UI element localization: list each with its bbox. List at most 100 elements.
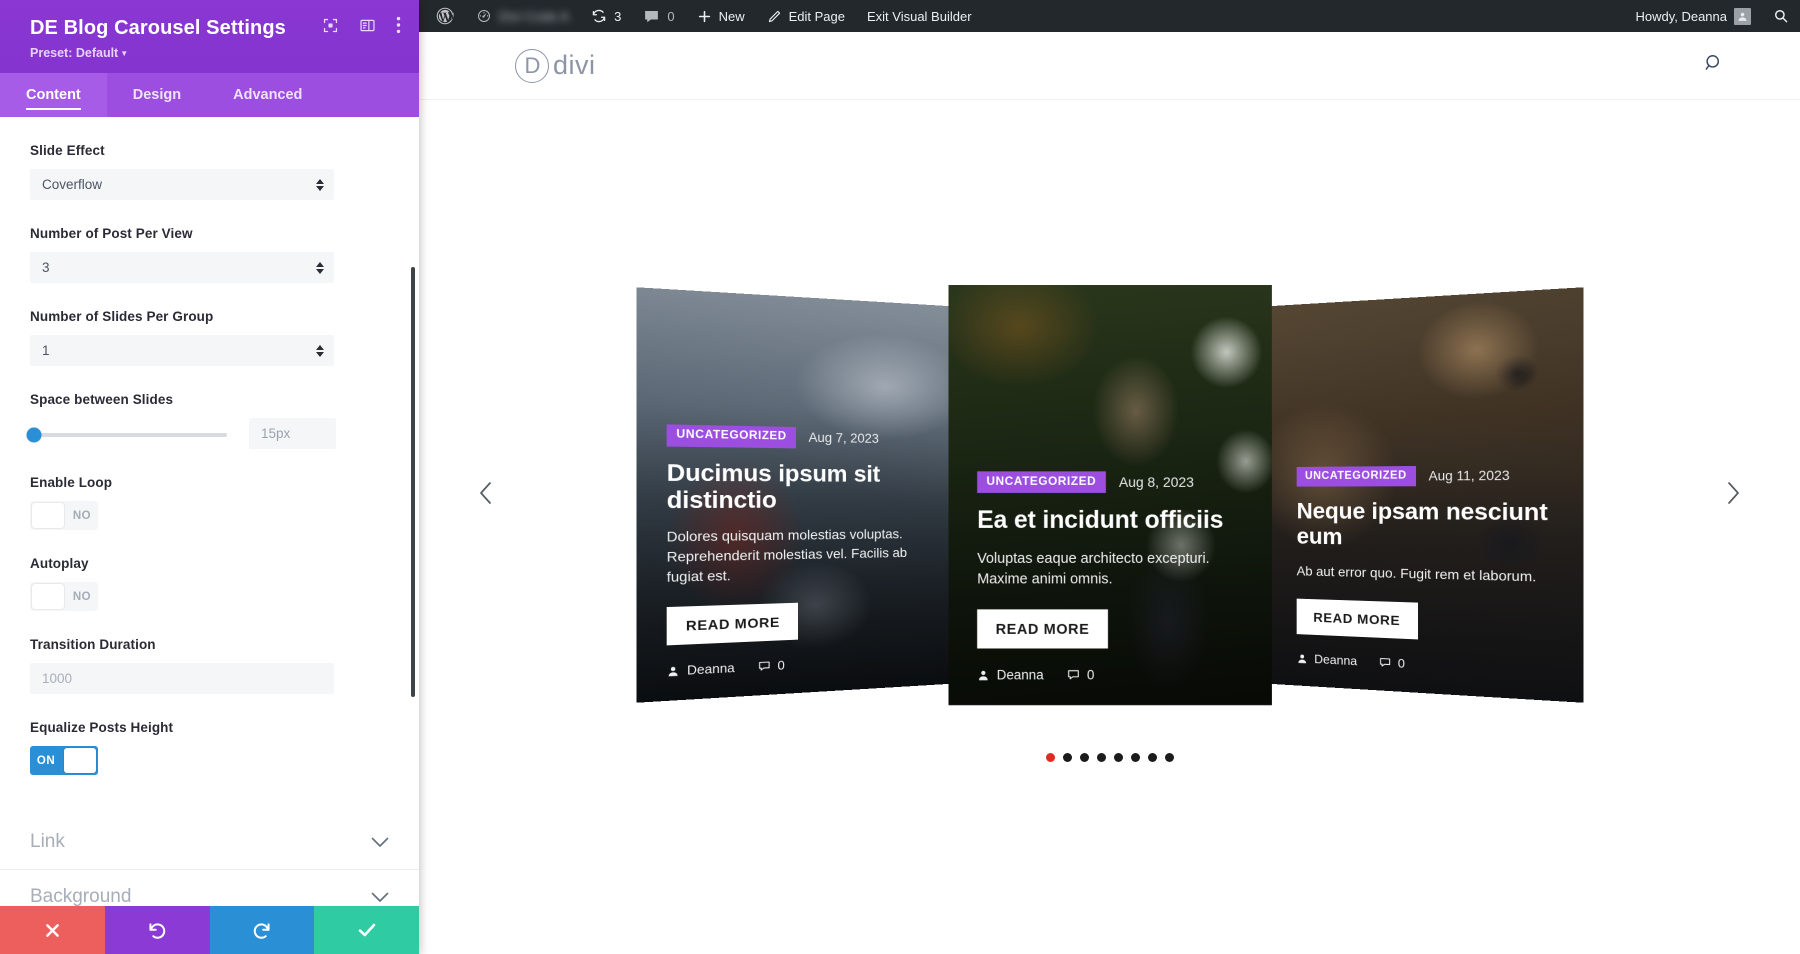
dashboard-gauge-icon: [476, 8, 492, 24]
preset-selector[interactable]: Preset: Default ▼: [30, 46, 128, 60]
comments-button[interactable]: 0: [632, 0, 685, 32]
undo-button[interactable]: [104, 906, 210, 954]
field-slides-per-group: Number of Slides Per Group 1: [30, 309, 389, 366]
howdy-label: Howdy, Deanna: [1635, 8, 1727, 24]
slide-footer: Deanna 0: [1296, 651, 1553, 679]
carousel-dot[interactable]: [1045, 753, 1055, 762]
post-title[interactable]: Neque ipsam nesciunt eum: [1296, 499, 1553, 555]
carousel-next-button[interactable]: [1716, 478, 1750, 512]
carousel-dot[interactable]: [1113, 753, 1123, 762]
posts-per-view-select[interactable]: 3: [30, 252, 334, 283]
select-arrows-icon: [316, 178, 324, 191]
slides-per-group-select[interactable]: 1: [30, 335, 334, 366]
post-title[interactable]: Ea et incidunt officiis: [977, 507, 1243, 536]
avatar: [1734, 7, 1751, 25]
slide-meta: UNCATEGORIZED Aug 7, 2023: [666, 424, 923, 449]
post-date: Aug 8, 2023: [1118, 474, 1194, 490]
chevron-down-icon: [371, 892, 389, 903]
admin-bar-right-group: Howdy, Deanna: [1624, 0, 1800, 32]
slide-meta: UNCATEGORIZED Aug 11, 2023: [1296, 465, 1553, 487]
enable-loop-toggle[interactable]: NO: [30, 501, 98, 530]
post-comments: 0: [1066, 667, 1094, 682]
search-icon: [1703, 55, 1725, 78]
save-button[interactable]: [314, 906, 419, 954]
tab-content[interactable]: Content: [0, 73, 107, 117]
category-badge[interactable]: UNCATEGORIZED: [1296, 465, 1416, 487]
divi-logo[interactable]: D divi: [515, 48, 596, 83]
slide-effect-select[interactable]: Coverflow: [30, 169, 334, 200]
field-posts-per-view: Number of Post Per View 3: [30, 226, 389, 283]
carousel-dot[interactable]: [1164, 753, 1174, 762]
autoplay-label: Autoplay: [30, 556, 89, 571]
field-space-between-slides: Space between Slides 15px: [26, 392, 389, 449]
post-comments: 0: [1378, 655, 1405, 671]
post-excerpt: Voluptas eaque architecto excepturi. Max…: [976, 549, 1210, 587]
carousel-slide[interactable]: UNCATEGORIZED Aug 8, 2023 Ea et incidunt…: [947, 284, 1272, 706]
revisions-icon: [591, 8, 607, 24]
select-arrows-icon: [316, 344, 324, 357]
space-slider-track[interactable]: [26, 427, 227, 442]
chevron-left-icon: [475, 480, 497, 511]
post-excerpt: Dolores quisquam molestias voluptas. Rep…: [666, 526, 907, 585]
autoplay-state: NO: [72, 590, 92, 603]
autoplay-toggle[interactable]: NO: [30, 582, 98, 611]
tab-design[interactable]: Design: [107, 73, 207, 117]
toggle-knob: [32, 584, 64, 609]
carousel-slide[interactable]: UNCATEGORIZED Aug 7, 2023 Ducimus ipsum …: [635, 287, 949, 703]
layout-panel-icon[interactable]: [359, 17, 376, 34]
undo-icon: [147, 920, 168, 941]
chevron-down-icon: [371, 837, 389, 848]
category-badge[interactable]: UNCATEGORIZED: [976, 471, 1105, 494]
focus-frame-icon[interactable]: [322, 17, 339, 34]
settings-body: Slide Effect Coverflow Number of Post Pe…: [0, 117, 419, 954]
slide-content: UNCATEGORIZED Aug 11, 2023 Neque ipsam n…: [1271, 464, 1584, 702]
kebab-menu-icon[interactable]: [396, 16, 401, 34]
exit-builder-label: Exit Visual Builder: [866, 8, 972, 24]
carousel-slide[interactable]: UNCATEGORIZED Aug 11, 2023 Neque ipsam n…: [1270, 287, 1584, 703]
read-more-button[interactable]: READ MORE: [666, 602, 798, 646]
space-slider-value[interactable]: 15px: [249, 418, 336, 449]
comment-bubble-icon: [643, 8, 660, 25]
field-equalize-posts-height: Equalize Posts Height ON: [30, 720, 389, 775]
settings-scrollbar[interactable]: [411, 267, 415, 697]
transition-duration-input[interactable]: 1000: [30, 663, 334, 694]
site-name-label: Divi Code A: [499, 8, 570, 24]
field-transition-duration: Transition Duration 1000: [30, 637, 389, 694]
carousel-pagination[interactable]: [1045, 753, 1174, 762]
equalize-posts-height-label: Equalize Posts Height: [30, 720, 174, 735]
redo-button[interactable]: [209, 906, 315, 954]
category-badge[interactable]: UNCATEGORIZED: [666, 424, 796, 449]
post-date: Aug 11, 2023: [1428, 468, 1510, 484]
wp-logo-button[interactable]: [425, 0, 465, 32]
site-dashboard-button[interactable]: Divi Code A: [465, 0, 580, 32]
section-link[interactable]: Link: [0, 815, 419, 870]
read-more-button[interactable]: READ MORE: [976, 609, 1108, 649]
new-content-button[interactable]: New: [686, 0, 756, 32]
carousel-dot[interactable]: [1130, 753, 1140, 762]
carousel-dot[interactable]: [1147, 753, 1157, 762]
exit-visual-builder-button[interactable]: Exit Visual Builder: [856, 0, 983, 32]
account-menu[interactable]: Howdy, Deanna: [1624, 0, 1762, 32]
revision-count: 3: [614, 8, 622, 24]
revisions-button[interactable]: 3: [580, 0, 632, 32]
slide-meta: UNCATEGORIZED Aug 8, 2023: [976, 471, 1243, 494]
read-more-button[interactable]: READ MORE: [1296, 598, 1418, 640]
edit-page-button[interactable]: Edit Page: [756, 0, 856, 32]
space-slider-thumb[interactable]: [26, 427, 42, 442]
carousel-prev-button[interactable]: [469, 478, 503, 512]
tab-advanced[interactable]: Advanced: [207, 73, 328, 117]
user-icon: [666, 664, 679, 677]
equalize-posts-height-toggle[interactable]: ON: [30, 746, 98, 775]
carousel-dot[interactable]: [1079, 753, 1089, 762]
comment-count: 0: [1397, 655, 1405, 671]
post-title[interactable]: Ducimus ipsum sit distinctio: [666, 459, 923, 514]
cancel-button[interactable]: [0, 906, 105, 954]
new-label: New: [718, 8, 745, 24]
admin-search-button[interactable]: [1762, 0, 1800, 32]
carousel-dot[interactable]: [1062, 753, 1072, 762]
carousel-dot[interactable]: [1096, 753, 1106, 762]
header-search-button[interactable]: [1703, 52, 1725, 79]
check-icon: [356, 919, 378, 941]
slides-per-group-value: 1: [42, 343, 50, 358]
